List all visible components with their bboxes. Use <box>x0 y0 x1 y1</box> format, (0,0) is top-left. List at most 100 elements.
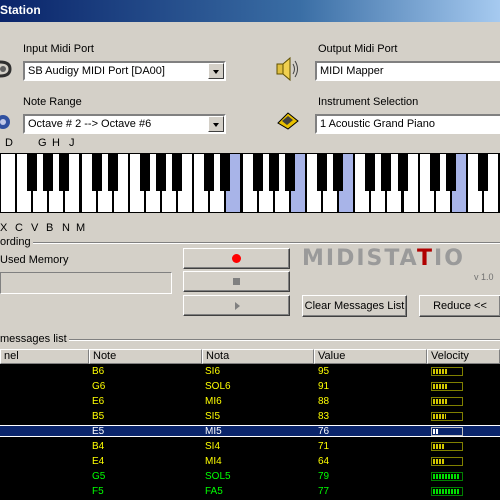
piano-white-key[interactable] <box>1 154 16 212</box>
column-header-label: Value <box>318 350 346 362</box>
table-row[interactable]: E4 MI4 64 <box>0 456 500 467</box>
piano-black-key[interactable] <box>107 153 118 191</box>
cell-nota: MI4 <box>205 456 222 467</box>
chevron-down-icon[interactable] <box>208 63 224 79</box>
cell-value: 77 <box>318 486 330 497</box>
table-row[interactable]: B4 SI4 71 <box>0 441 500 452</box>
piano-black-key[interactable] <box>268 153 279 191</box>
piano-keyboard[interactable] <box>0 153 500 213</box>
reduce-label: Reduce << <box>433 300 487 312</box>
piano-black-key[interactable] <box>333 153 344 191</box>
column-header-value[interactable]: Value <box>314 349 427 364</box>
velocity-bars <box>433 369 448 374</box>
note-range-value: Octave # 2 --> Octave #6 <box>28 118 152 130</box>
note-range-select[interactable]: Octave # 2 --> Octave #6 <box>23 114 226 134</box>
column-header-label: nel <box>4 350 19 362</box>
piano-black-key[interactable] <box>397 153 408 191</box>
column-header-label: Note <box>93 350 117 362</box>
cell-nota: SI5 <box>205 411 221 422</box>
recording-group-label: ording <box>0 236 33 248</box>
key-hint: C <box>15 222 23 234</box>
play-icon <box>234 301 240 310</box>
output-port-select[interactable]: MIDI Mapper <box>315 61 500 81</box>
instrument-icon <box>276 107 300 131</box>
messages-table[interactable]: nel Note Nota Value Velocity B6 SI6 95 G6 SO… <box>0 349 500 500</box>
key-hint: M <box>76 222 86 234</box>
key-hint: B <box>46 222 54 234</box>
piano-black-key[interactable] <box>156 153 166 191</box>
cell-nota: FA5 <box>205 486 223 497</box>
clear-messages-label: Clear Messages List <box>304 300 405 312</box>
logo-text: MIDISTA <box>302 246 417 271</box>
instrument-label: Instrument Selection <box>318 96 419 108</box>
stop-button[interactable] <box>183 271 290 292</box>
piano-black-key[interactable] <box>59 153 70 191</box>
clear-messages-button[interactable]: Clear Messages List <box>302 295 407 317</box>
column-header-label: Velocity <box>431 350 469 362</box>
piano-black-key[interactable] <box>204 153 215 191</box>
input-port-select[interactable]: SB Audigy MIDI Port [DA00] <box>23 61 226 81</box>
key-hint: V <box>31 222 39 234</box>
reduce-button[interactable]: Reduce << <box>419 295 500 317</box>
piano-black-key[interactable] <box>252 153 263 191</box>
column-header-nota[interactable]: Nota <box>202 349 314 364</box>
cell-value: 76 <box>318 426 330 437</box>
piano-black-key[interactable] <box>445 153 456 191</box>
play-button[interactable] <box>183 295 290 316</box>
piano-black-key[interactable] <box>43 153 54 191</box>
column-header-channel[interactable]: nel <box>0 349 89 364</box>
chevron-down-icon[interactable] <box>208 116 224 132</box>
column-header-note[interactable]: Note <box>89 349 202 364</box>
key-hint: N <box>62 222 70 234</box>
cell-note: B4 <box>92 441 105 452</box>
piano-black-key[interactable] <box>381 153 392 191</box>
key-hint: J <box>69 137 75 149</box>
velocity-bars <box>433 489 460 494</box>
instrument-select[interactable]: 1 Acoustic Grand Piano <box>315 114 500 134</box>
piano-black-key[interactable] <box>365 153 376 191</box>
speaker-icon <box>276 56 300 82</box>
table-row[interactable]: E6 MI6 88 <box>0 396 500 407</box>
table-row[interactable]: B5 SI5 83 <box>0 411 500 422</box>
key-hint: X <box>0 222 8 234</box>
cell-value: 64 <box>318 456 330 467</box>
column-header-velocity[interactable]: Velocity <box>427 349 500 364</box>
cell-nota: SOL6 <box>205 381 231 392</box>
velocity-bars <box>433 459 444 464</box>
table-row[interactable]: G5 SOL5 79 <box>0 471 500 482</box>
output-port-label: Output Midi Port <box>318 43 398 55</box>
table-row[interactable]: G6 SOL6 91 <box>0 381 500 392</box>
velocity-meter <box>431 412 463 421</box>
key-hint: D <box>5 137 13 149</box>
cell-value: 95 <box>318 366 330 377</box>
messages-group-border <box>0 339 500 341</box>
table-row[interactable]: E5 MI5 76 <box>0 425 500 437</box>
velocity-meter <box>431 367 463 376</box>
input-port-label: Input Midi Port <box>23 43 94 55</box>
cell-note: G6 <box>92 381 106 392</box>
cell-nota: SOL5 <box>205 471 231 482</box>
piano-black-key[interactable] <box>172 153 183 191</box>
piano-black-key[interactable] <box>220 153 231 191</box>
piano-black-key[interactable] <box>27 153 38 191</box>
midistation-logo: MIDISTATIO <box>302 246 465 271</box>
cell-nota: MI5 <box>205 426 222 437</box>
piano-black-key[interactable] <box>284 153 295 191</box>
cell-value: 71 <box>318 441 330 452</box>
recording-group-border <box>0 242 500 244</box>
piano-black-key[interactable] <box>478 153 488 191</box>
piano-black-key[interactable] <box>91 153 102 191</box>
velocity-meter <box>431 427 463 436</box>
table-row[interactable]: B6 SI6 95 <box>0 366 500 377</box>
window-title: Station <box>0 3 41 17</box>
cell-note: E6 <box>92 396 105 407</box>
piano-black-key[interactable] <box>429 153 440 191</box>
table-row[interactable]: F5 FA5 77 <box>0 486 500 497</box>
piano-black-key[interactable] <box>317 153 327 191</box>
velocity-meter <box>431 397 463 406</box>
record-button[interactable] <box>183 248 290 269</box>
piano-black-key[interactable] <box>139 153 150 191</box>
note-range-icon <box>0 112 12 132</box>
logo-text-accent: T <box>417 246 435 271</box>
cell-note: E5 <box>92 426 105 437</box>
